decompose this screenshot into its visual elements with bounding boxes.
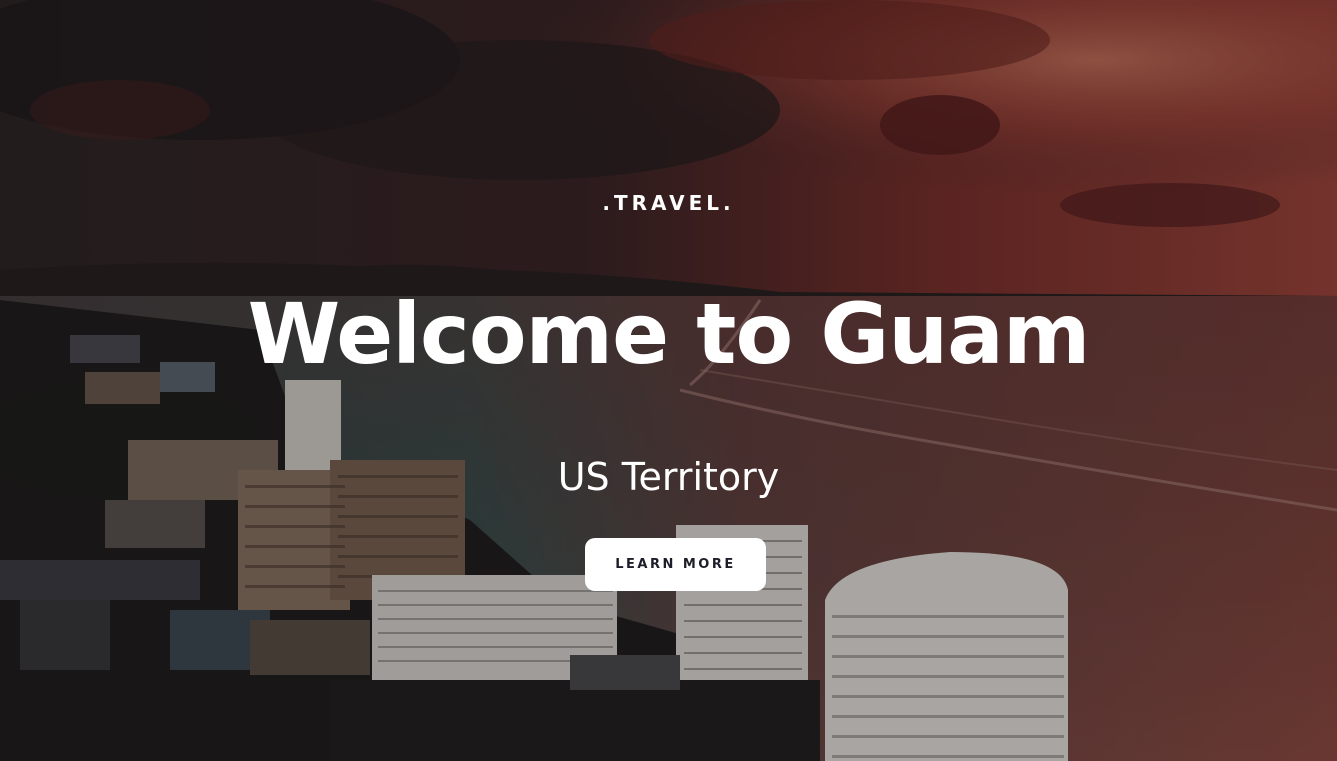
hero-section: .TRAVEL. Welcome to Guam US Territory LE… (0, 0, 1337, 761)
hero-subtitle: US Territory (557, 455, 780, 499)
learn-more-button[interactable]: LEARN MORE (585, 538, 766, 591)
hero-content: .TRAVEL. Welcome to Guam US Territory LE… (0, 0, 1337, 761)
hero-eyebrow: .TRAVEL. (602, 191, 735, 215)
hero-title: Welcome to Guam (247, 285, 1091, 383)
